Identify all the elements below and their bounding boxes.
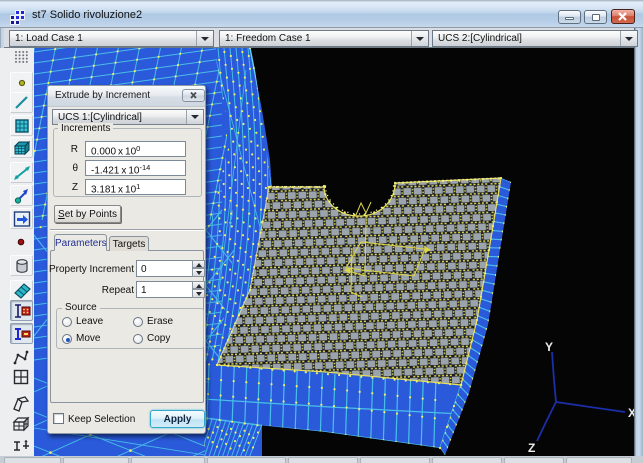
svg-text:Z: Z [528, 441, 535, 455]
svg-text:Y: Y [545, 340, 553, 354]
